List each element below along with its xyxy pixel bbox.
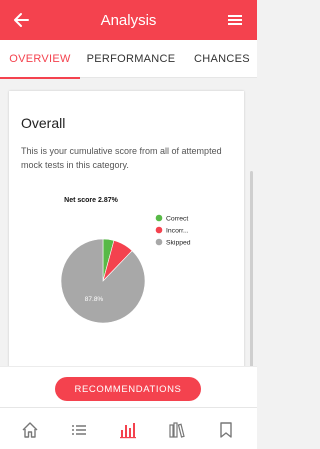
page-title: Analysis [100, 11, 157, 29]
recommendations-button[interactable]: RECOMMENDATIONS [55, 377, 201, 401]
arrow-left-icon [14, 13, 29, 27]
hamburger-menu-icon [228, 15, 242, 25]
back-button[interactable] [10, 9, 32, 31]
slice-label: 87.8% [85, 296, 104, 303]
tab-performance[interactable]: PERFORMANCE [80, 40, 182, 78]
pie-slice-2 [60, 238, 146, 324]
app-bar: Analysis [0, 0, 257, 40]
legend-swatch-2 [155, 238, 163, 246]
action-area: RECOMMENDATIONS [0, 366, 257, 407]
nav-analysis[interactable] [119, 421, 137, 439]
card-description: This is your cumulative score from all o… [21, 146, 222, 170]
nav-home[interactable] [21, 421, 39, 439]
legend-swatch-0 [155, 214, 163, 222]
content-area[interactable]: Overall This is your cumulative score fr… [0, 79, 257, 366]
tab-overview[interactable]: OVERVIEW [0, 40, 80, 79]
nav-library[interactable] [168, 421, 186, 439]
legend-label-2: Skipped [166, 240, 191, 247]
home-icon [22, 422, 38, 438]
scrollbar[interactable] [250, 171, 253, 366]
tab-chances[interactable]: CHANCES [182, 40, 257, 78]
chart-title: Net score 2.87% [64, 197, 118, 204]
nav-list[interactable] [70, 421, 88, 439]
legend-label-0: Correct [166, 216, 188, 223]
legend-swatch-1 [155, 226, 163, 234]
list-icon [72, 425, 86, 435]
legend-label-1: Incorr... [166, 228, 189, 235]
menu-button[interactable] [225, 10, 245, 30]
bottom-navigation [0, 407, 257, 449]
card-heading: Overall [21, 115, 66, 131]
bookmark-icon [220, 422, 232, 438]
score-pie-chart: Net score 2.87% 87.8% Correct Incorr... Skip… [60, 197, 191, 324]
nav-bookmarks[interactable] [217, 421, 235, 439]
library-icon [169, 422, 185, 438]
tab-bar: OVERVIEW PERFORMANCE CHANCES [0, 40, 257, 79]
bar-chart-icon [120, 423, 136, 439]
overall-card: Overall This is your cumulative score fr… [9, 91, 244, 366]
